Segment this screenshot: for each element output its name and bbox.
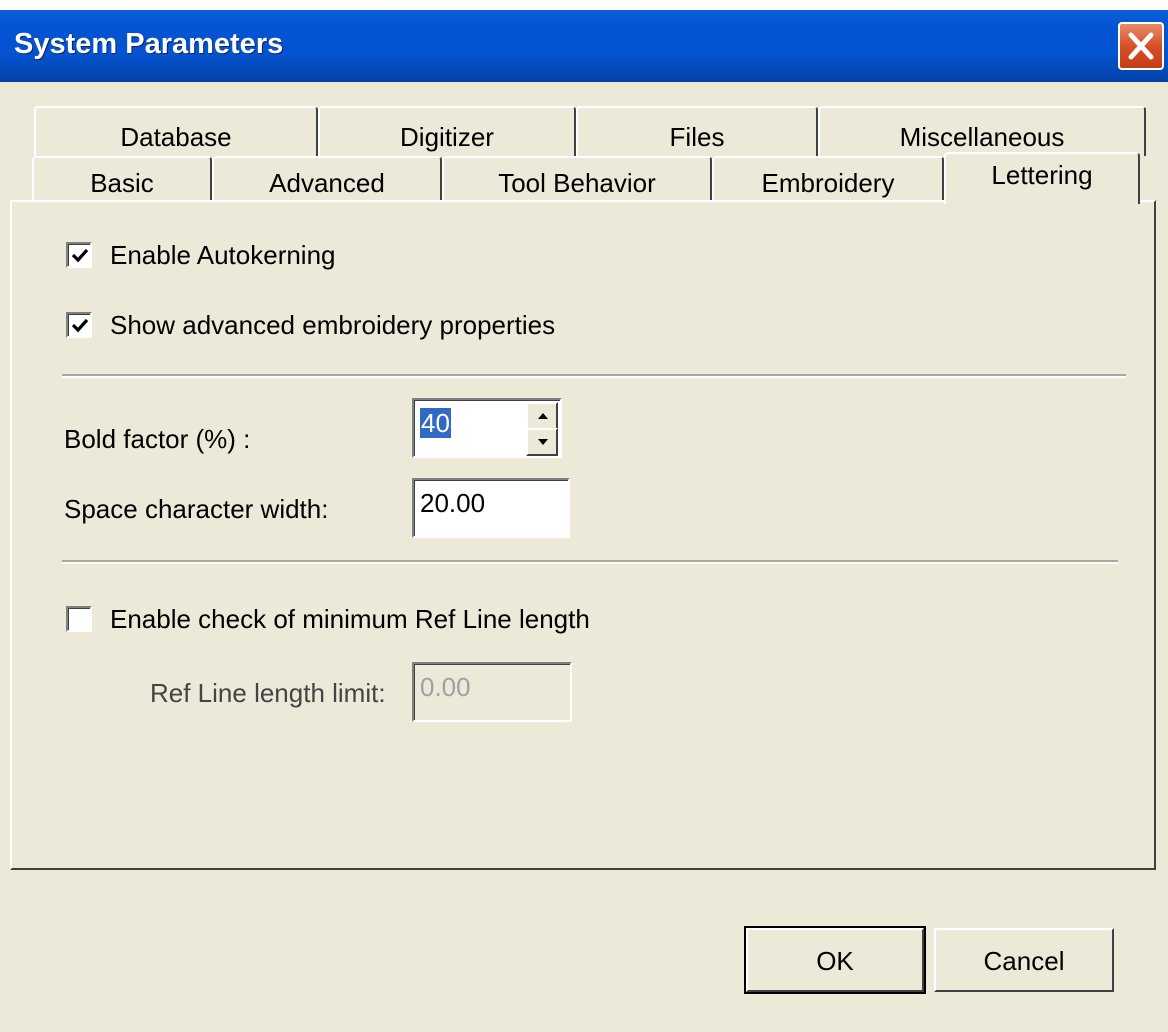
system-parameters-dialog: System Parameters Database Digitizer Fil… [0,10,1168,1032]
tab-tool-behavior[interactable]: Tool Behavior [442,156,712,202]
bold-factor-label: Bold factor (%) : [64,424,251,454]
window-title: System Parameters [14,28,284,60]
cancel-button-label: Cancel [983,946,1065,976]
tab-miscellaneous[interactable]: Miscellaneous [818,106,1146,156]
separator [62,560,1118,564]
bold-factor-spin-up[interactable] [526,402,558,430]
tab-lettering[interactable]: Lettering [944,152,1140,204]
tab-label: Basic [90,168,154,198]
tab-advanced[interactable]: Advanced [212,156,442,202]
bold-factor-selected-text: 40 [420,408,451,438]
separator [62,374,1126,378]
checkmark-icon [71,318,89,333]
bold-factor-value: 40 [420,408,451,439]
ref-line-check-checkbox[interactable] [66,606,92,632]
advanced-props-label[interactable]: Show advanced embroidery properties [110,310,555,341]
close-icon [1128,32,1154,60]
tab-label: Database [120,122,232,152]
arrow-up-icon [538,413,548,419]
autokerning-label[interactable]: Enable Autokerning [110,240,336,271]
cancel-button[interactable]: Cancel [934,928,1114,992]
ref-line-limit-input: 0.00 [412,662,572,722]
tab-label: Miscellaneous [899,122,1065,152]
tab-basic[interactable]: Basic [32,156,212,202]
close-button[interactable] [1118,22,1164,70]
tab-label: Advanced [269,168,385,198]
autokerning-checkbox[interactable] [66,242,92,268]
space-width-label: Space character width: [64,494,329,524]
tab-digitizer[interactable]: Digitizer [318,106,576,156]
tab-database[interactable]: Database [34,106,318,156]
ref-line-limit-value: 0.00 [420,672,471,702]
tab-embroidery[interactable]: Embroidery [712,156,944,202]
arrow-down-icon [538,439,548,445]
lettering-panel [10,200,1156,870]
ref-line-limit-label: Ref Line length limit: [150,678,386,708]
tab-label: Digitizer [400,122,494,152]
space-width-value: 20.00 [420,488,486,518]
ok-button-label: OK [816,946,854,976]
space-width-input[interactable]: 20.00 [412,478,570,538]
tab-label: Embroidery [761,168,895,198]
bold-factor-spin-down[interactable] [526,428,558,456]
tab-label: Tool Behavior [498,168,656,198]
tab-files[interactable]: Files [576,106,818,156]
title-bar[interactable]: System Parameters [0,10,1168,82]
tab-label: Files [669,122,725,152]
ref-line-check-label[interactable]: Enable check of minimum Ref Line length [110,604,590,635]
advanced-props-checkbox[interactable] [66,312,92,338]
ok-button[interactable]: OK [744,926,926,994]
tab-label: Lettering [991,160,1093,190]
checkmark-icon [71,248,89,263]
